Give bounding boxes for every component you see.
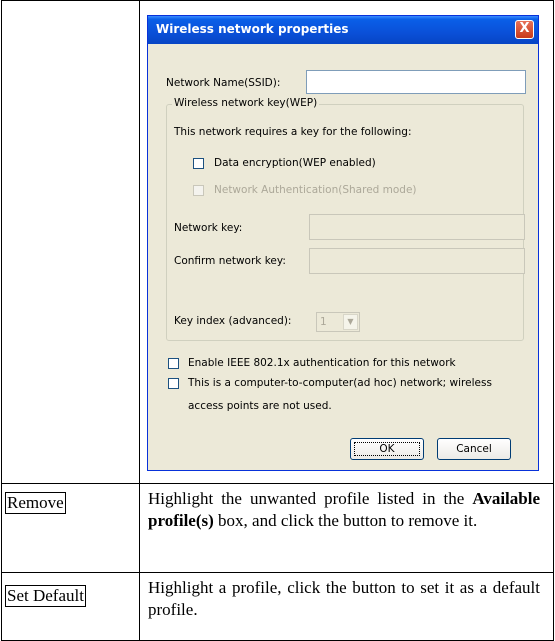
confirm-key-input[interactable]	[309, 248, 525, 274]
cancel-button[interactable]: Cancel	[437, 438, 511, 460]
data-encryption-label: Data encryption(WEP enabled)	[214, 157, 376, 169]
close-button[interactable]: X	[515, 20, 534, 39]
remove-desc-text-2: box, and click the button to remove it.	[213, 511, 478, 530]
data-encryption-checkbox[interactable]	[193, 158, 204, 169]
ieee-8021x-label: Enable IEEE 802.1x authentication for th…	[188, 357, 456, 369]
adhoc-label-line2: access points are not used.	[188, 400, 332, 412]
key-index-select[interactable]: 1 ▼	[316, 312, 360, 332]
key-index-value: 1	[320, 316, 327, 328]
wireless-properties-dialog: Wireless network properties X Network Na…	[147, 15, 539, 471]
requires-key-text: This network requires a key for the foll…	[174, 126, 412, 138]
set-default-desc-text: Highlight a profile, click the button to…	[148, 578, 540, 619]
table-border-row1	[1, 483, 554, 484]
focus-rect	[354, 442, 420, 456]
ieee-8021x-checkbox[interactable]	[168, 358, 179, 369]
table-border-right	[553, 0, 554, 641]
network-key-input[interactable]	[309, 214, 525, 240]
table-border-col	[139, 0, 140, 641]
network-key-label: Network key:	[174, 222, 243, 234]
network-auth-checkbox[interactable]	[193, 185, 204, 196]
remove-description: Highlight the unwanted profile listed in…	[148, 488, 540, 532]
table-border-row2	[1, 572, 554, 573]
set-default-button-label: Set Default	[7, 586, 84, 605]
adhoc-label-line1: This is a computer-to-computer(ad hoc) n…	[188, 377, 492, 389]
dialog-titlebar[interactable]: Wireless network properties X	[148, 16, 538, 44]
key-index-label: Key index (advanced):	[174, 315, 292, 327]
confirm-key-label: Confirm network key:	[174, 255, 286, 267]
remove-desc-text: Highlight the unwanted profile listed in…	[148, 489, 473, 508]
network-auth-label: Network Authentication(Shared mode)	[214, 184, 417, 196]
ok-button[interactable]: OK	[350, 438, 424, 460]
chevron-down-icon[interactable]: ▼	[343, 314, 358, 330]
ssid-input[interactable]	[306, 70, 526, 94]
set-default-description: Highlight a profile, click the button to…	[148, 577, 540, 621]
ssid-label: Network Name(SSID):	[166, 77, 281, 89]
cancel-label: Cancel	[456, 443, 492, 455]
wep-group-title: Wireless network key(WEP)	[172, 97, 320, 109]
table-border-top	[1, 0, 554, 1]
remove-button-label: Remove	[7, 493, 64, 512]
set-default-button[interactable]: Set Default	[5, 585, 86, 607]
close-icon: X	[519, 21, 530, 36]
remove-button[interactable]: Remove	[5, 492, 66, 514]
table-border-left	[1, 0, 2, 641]
adhoc-checkbox[interactable]	[168, 378, 179, 389]
dialog-title: Wireless network properties	[156, 22, 349, 36]
